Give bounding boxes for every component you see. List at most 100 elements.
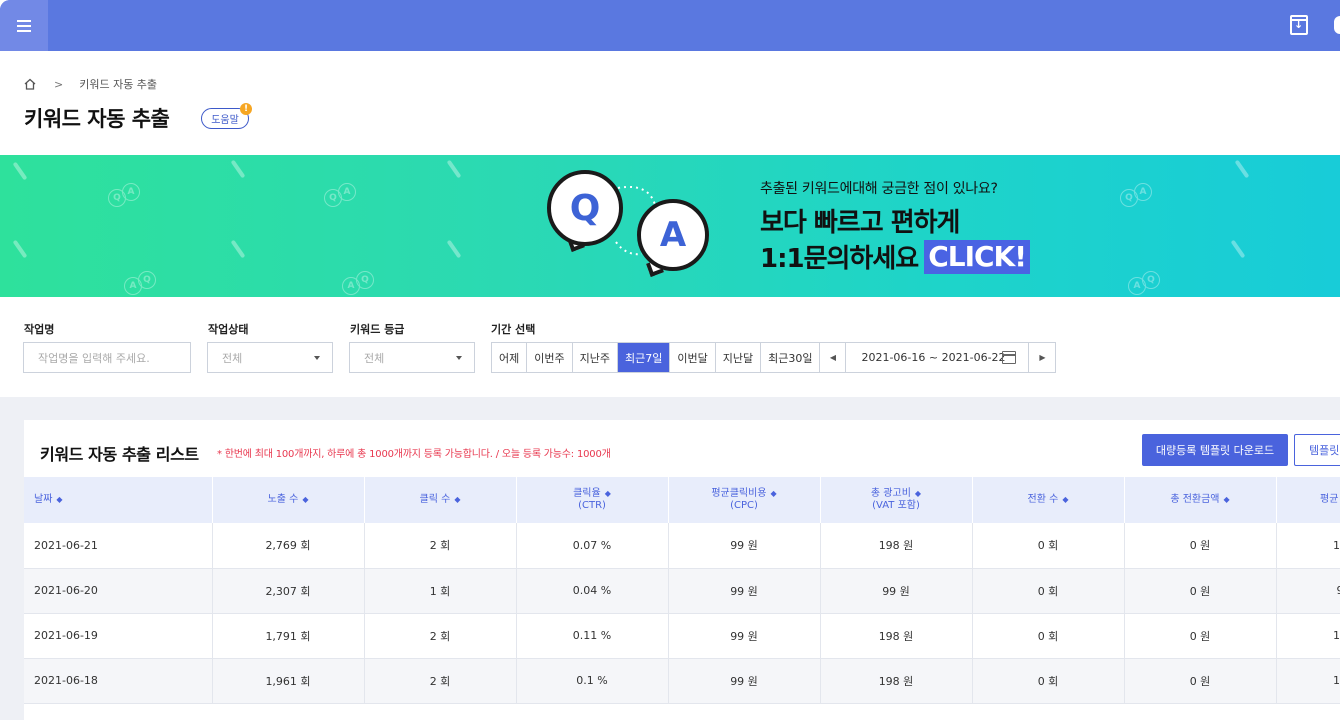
qa-pattern-icon: QA xyxy=(108,183,148,213)
hamburger-icon[interactable] xyxy=(0,0,48,51)
period-this-week[interactable]: 이번주 xyxy=(527,343,573,372)
cell-conversion-value: 0 원 xyxy=(1124,658,1277,704)
cell-conversion-value: 0 원 xyxy=(1124,568,1277,614)
table-row[interactable]: 2021-06-18 1,961 회 2 회 0.1 % 99 원 198 원 … xyxy=(24,658,1340,704)
cell-date: 2021-06-19 xyxy=(24,613,213,659)
bulk-template-download-button[interactable]: 대량등록 템플릿 다운로드 xyxy=(1142,434,1288,466)
cell-avg-position: 13 xyxy=(1276,613,1340,659)
sort-icon[interactable]: ◆ xyxy=(771,489,777,498)
keyword-grade-select[interactable]: 전체 xyxy=(349,342,475,373)
qa-pattern-icon: QA xyxy=(1120,183,1160,213)
banner-click-tag[interactable]: CLICK! xyxy=(924,239,1031,274)
period-last-month[interactable]: 지난달 xyxy=(715,343,762,372)
cell-avg-position: 11 xyxy=(1276,523,1340,569)
table-row[interactable]: 2021-06-20 2,307 회 1 회 0.04 % 99 원 99 원 … xyxy=(24,568,1340,614)
column-title: 클릭 수 xyxy=(419,494,451,505)
banner-headline-2-text: 1:1문의하세요 xyxy=(760,244,919,274)
breadcrumb-current[interactable]: 키워드 자동 추출 xyxy=(79,76,157,92)
breadcrumb: > 키워드 자동 추출 xyxy=(24,76,157,92)
cell-ad-cost: 198 원 xyxy=(820,613,973,659)
column-header-avg-position[interactable]: 평균 노출 xyxy=(1276,477,1340,523)
home-icon[interactable] xyxy=(24,78,36,90)
pencil-icon xyxy=(12,239,28,259)
column-subtitle: (CPC) xyxy=(730,500,758,511)
column-header-cpc[interactable]: 평균클릭비용 ◆ (CPC) xyxy=(668,477,821,523)
column-title: 평균 노출 xyxy=(1320,494,1340,505)
job-status-label: 작업상태 xyxy=(208,323,249,336)
table-row[interactable]: 2021-06-19 1,791 회 2 회 0.11 % 99 원 198 원… xyxy=(24,613,1340,659)
table-row[interactable]: 2021-06-21 2,769 회 2 회 0.07 % 99 원 198 원… xyxy=(24,523,1340,569)
sort-icon[interactable]: ◆ xyxy=(56,495,62,504)
period-last-30-days[interactable]: 최근30일 xyxy=(761,343,821,372)
period-yesterday[interactable]: 어제 xyxy=(492,343,528,372)
qa-pattern-icon: AQ xyxy=(1128,271,1168,297)
cell-ctr: 0.1 % xyxy=(516,658,669,704)
column-title: 평균클릭비용 xyxy=(711,488,767,499)
cell-conversions: 0 회 xyxy=(972,658,1125,704)
page-title: 키워드 자동 추출 xyxy=(24,107,170,131)
cell-ad-cost: 99 원 xyxy=(820,568,973,614)
period-selector: 어제 이번주 지난주 최근7일 이번달 지난달 최근30일 ◀ 2021-06-… xyxy=(491,342,1057,373)
cell-ctr: 0.11 % xyxy=(516,613,669,659)
download-icon[interactable] xyxy=(1290,15,1308,35)
cell-date: 2021-06-18 xyxy=(24,658,213,704)
period-this-month[interactable]: 이번달 xyxy=(670,343,716,372)
banner-headline-2: 1:1문의하세요 CLICK! xyxy=(760,238,1031,275)
keyword-stats-table: 날짜 ◆ 노출 수 ◆ 클릭 수 ◆ 클릭율 ◆ (CTR) 평균클릭비용 ◆ (CPC) 총… xyxy=(24,477,1340,704)
sort-icon[interactable]: ◆ xyxy=(302,495,308,504)
job-name-input[interactable]: 작업명을 입력해 주세요. xyxy=(23,342,191,373)
pencil-icon xyxy=(230,239,246,259)
period-last-7-days[interactable]: 최근7일 xyxy=(618,343,671,372)
prev-period-icon[interactable]: ◀ xyxy=(820,343,847,372)
sort-icon[interactable]: ◆ xyxy=(454,495,460,504)
sort-icon[interactable]: ◆ xyxy=(1224,495,1230,504)
column-header-conversion-value[interactable]: 총 전환금액 ◆ xyxy=(1124,477,1277,523)
column-header-clicks[interactable]: 클릭 수 ◆ xyxy=(364,477,517,523)
column-header-conversions[interactable]: 전환 수 ◆ xyxy=(972,477,1125,523)
cell-date: 2021-06-20 xyxy=(24,568,213,614)
sort-icon[interactable]: ◆ xyxy=(1062,495,1068,504)
sort-icon[interactable]: ◆ xyxy=(605,489,611,498)
job-status-value: 전체 xyxy=(222,351,243,365)
column-header-date[interactable]: 날짜 ◆ xyxy=(24,477,213,523)
cell-cpc: 99 원 xyxy=(668,568,821,614)
a-bubble-icon: A xyxy=(637,199,709,271)
column-title: 노출 수 xyxy=(267,494,299,505)
pencil-icon xyxy=(446,159,462,179)
qa-pattern-icon: AQ xyxy=(124,271,164,297)
sort-icon[interactable]: ◆ xyxy=(915,489,921,498)
banner-subtitle: 추출된 키워드에대해 궁금한 점이 있나요? xyxy=(760,181,998,197)
list-note: * 한번에 최대 100개까지, 하루에 총 1000개까지 등록 가능합니다.… xyxy=(217,449,611,460)
cell-clicks: 2 회 xyxy=(364,523,517,569)
cell-conversion-value: 0 원 xyxy=(1124,523,1277,569)
cell-cpc: 99 원 xyxy=(668,523,821,569)
next-period-icon[interactable]: ▶ xyxy=(1029,343,1056,372)
column-subtitle: (VAT 포함) xyxy=(872,500,920,511)
profile-icon[interactable] xyxy=(1334,16,1340,34)
column-header-ctr[interactable]: 클릭율 ◆ (CTR) xyxy=(516,477,669,523)
column-header-impressions[interactable]: 노출 수 ◆ xyxy=(212,477,365,523)
cell-impressions: 1,961 회 xyxy=(212,658,365,704)
table-header-row: 날짜 ◆ 노출 수 ◆ 클릭 수 ◆ 클릭율 ◆ (CTR) 평균클릭비용 ◆ (CPC) 총… xyxy=(24,477,1340,523)
date-range-value: 2021-06-16 ~ 2021-06-22 xyxy=(861,351,1006,364)
cell-conversions: 0 회 xyxy=(972,523,1125,569)
cell-conversions: 0 회 xyxy=(972,568,1125,614)
column-title: 총 광고비 xyxy=(870,488,911,499)
pencil-icon xyxy=(1234,159,1250,179)
keyword-grade-label: 키워드 등급 xyxy=(350,323,405,336)
pencil-icon xyxy=(446,239,462,259)
template-button[interactable]: 템플릿 xyxy=(1294,434,1340,466)
calendar-icon[interactable] xyxy=(1002,351,1017,364)
column-header-ad-cost[interactable]: 총 광고비 ◆ (VAT 포함) xyxy=(820,477,973,523)
column-title: 날짜 xyxy=(34,494,53,505)
cell-conversions: 0 회 xyxy=(972,613,1125,659)
period-last-week[interactable]: 지난주 xyxy=(572,343,618,372)
cell-impressions: 2,769 회 xyxy=(212,523,365,569)
column-title: 전환 수 xyxy=(1027,494,1059,505)
job-status-select[interactable]: 전체 xyxy=(207,342,333,373)
pencil-icon xyxy=(230,159,246,179)
chevron-down-icon xyxy=(314,356,320,360)
date-range-field[interactable]: 2021-06-16 ~ 2021-06-22 xyxy=(846,343,1030,372)
cell-date: 2021-06-21 xyxy=(24,523,213,569)
list-title: 키워드 자동 추출 리스트 xyxy=(40,445,199,464)
